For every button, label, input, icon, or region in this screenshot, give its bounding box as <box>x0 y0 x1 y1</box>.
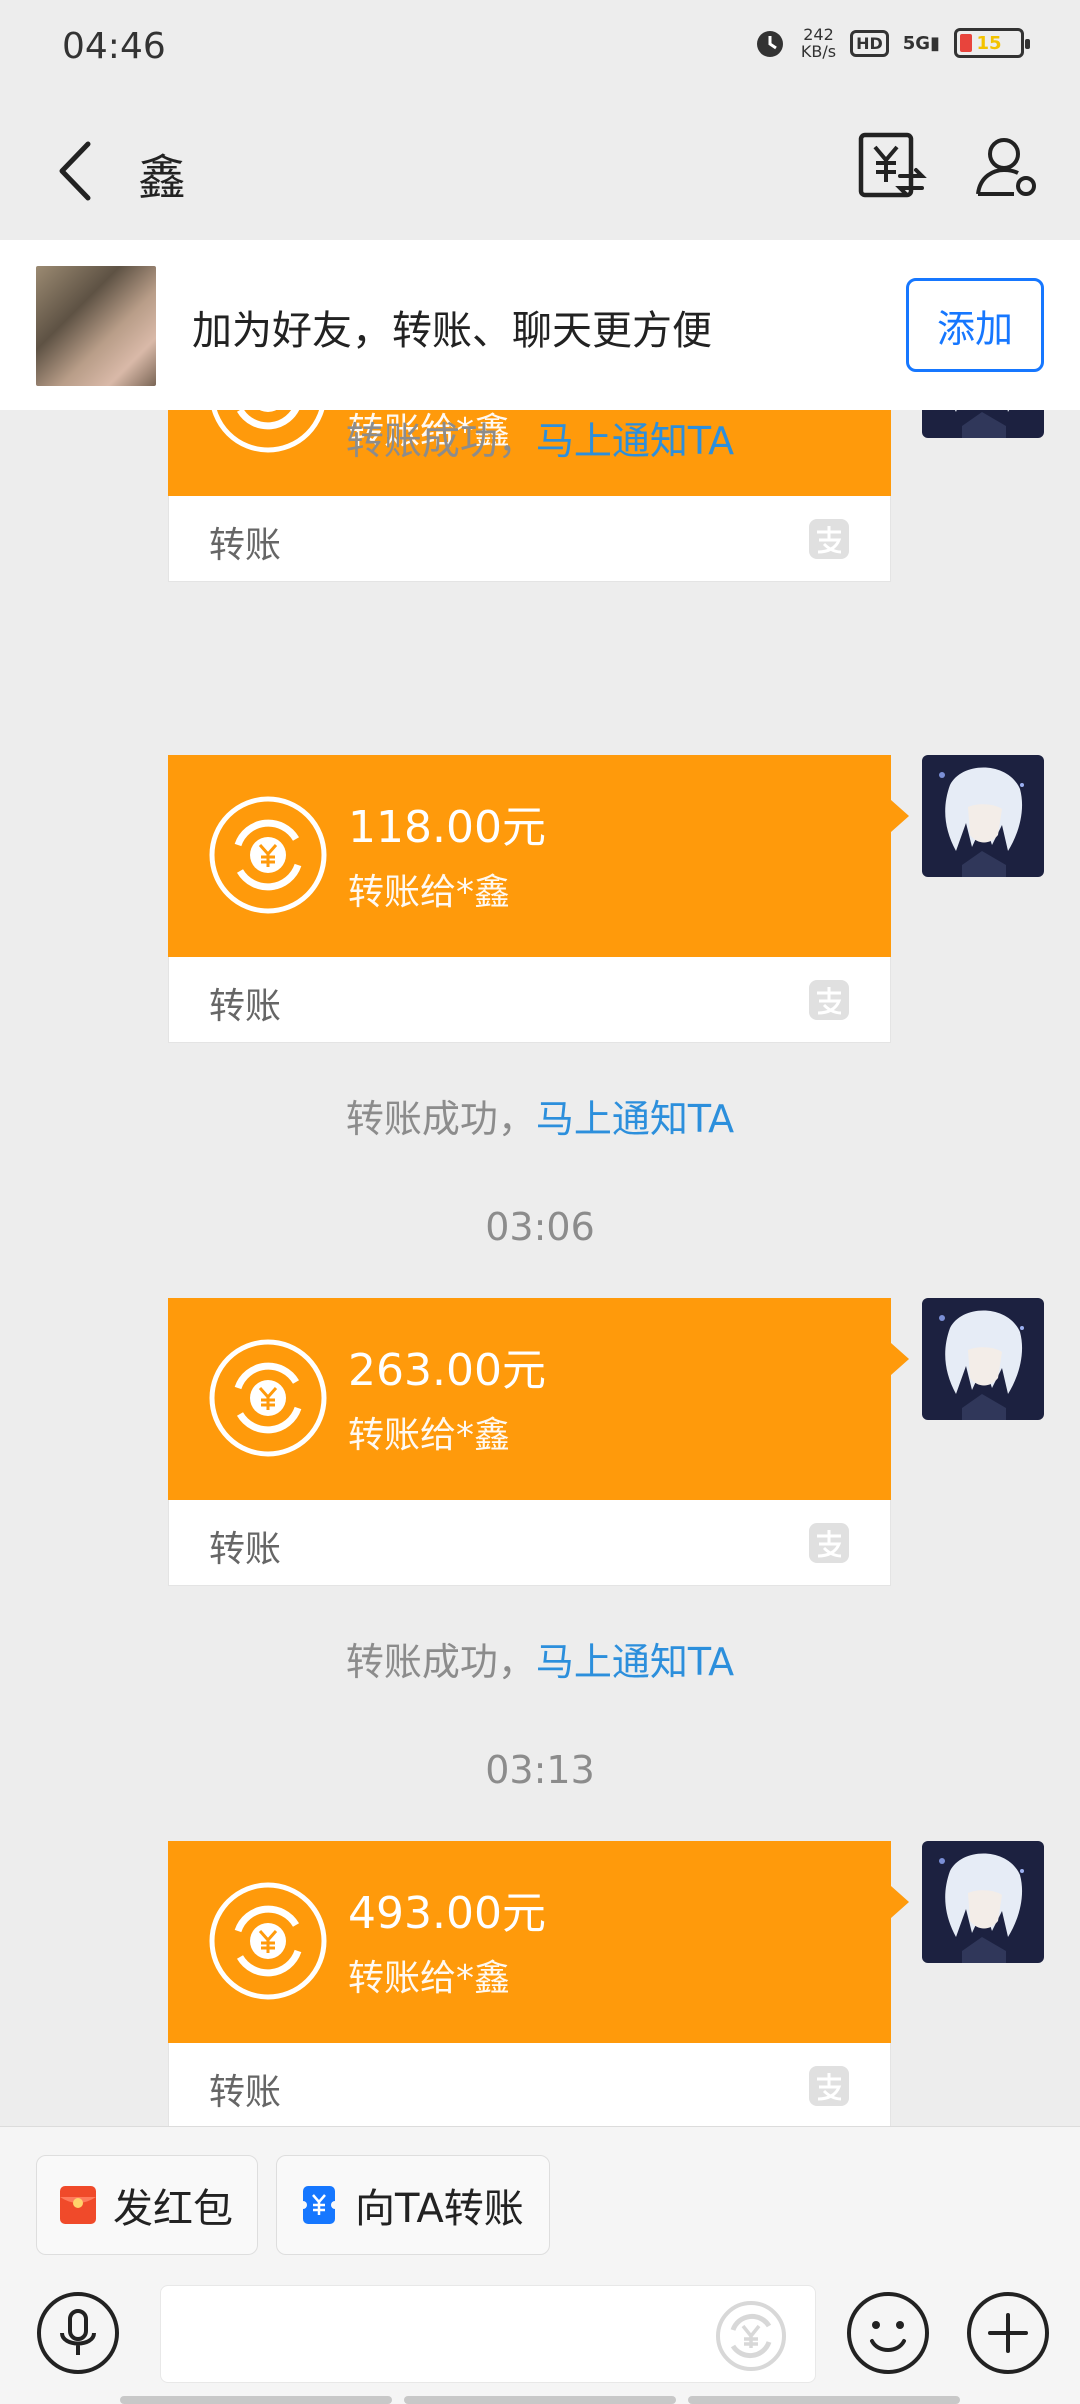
red-packet-label: 发红包 <box>113 2186 233 2232</box>
transfer-to-ta-button[interactable]: 向TA转账 <box>276 2155 550 2255</box>
alipay-icon <box>809 2066 849 2106</box>
alipay-icon <box>809 980 849 1020</box>
anime-avatar-image <box>922 1841 1044 1963</box>
transfer-label: 转账 <box>209 2072 282 2113</box>
transfer-label: 转账 <box>209 1529 282 1570</box>
transfer-card[interactable]: 118.00元 转账给*鑫 转账 <box>168 755 909 1043</box>
transfer-amount: 493.00元 <box>348 1888 546 1939</box>
add-friend-banner: 加为好友，转账、聊天更方便 添加 <box>0 240 1080 410</box>
notify-link[interactable]: 马上通知TA <box>536 1097 734 1141</box>
battery-icon: 15 <box>954 28 1030 58</box>
transfer-coin-icon <box>209 796 327 914</box>
more-options-plus-icon[interactable] <box>966 2291 1050 2375</box>
transfer-success-notice: 转账成功，马上通知TA <box>345 1640 735 1684</box>
transfer-recipient: 转账给*鑫 <box>348 872 511 913</box>
transfer-recipient: 转账给*鑫 <box>348 1415 511 1456</box>
alipay-icon <box>809 519 849 559</box>
chat-title: 鑫 <box>138 150 187 206</box>
anime-avatar-image <box>922 1298 1044 1420</box>
back-arrow-icon[interactable] <box>48 136 108 206</box>
red-packet-icon <box>60 2186 96 2224</box>
transfer-card-header: 263.00元 转账给*鑫 <box>168 1298 909 1500</box>
transfer-card-footer: 转账 <box>168 957 891 1043</box>
add-friend-prompt: 加为好友，转账、聊天更方便 <box>192 308 712 354</box>
transfer-card-footer: 转账 <box>168 496 891 582</box>
transfer-success-notice: 转账成功，马上通知TA <box>345 419 735 463</box>
transfer-recipient: 转账给*鑫 <box>348 1958 511 1999</box>
transfer-card-icon <box>299 2186 339 2224</box>
transfer-to-ta-label: 向TA转账 <box>355 2186 524 2232</box>
my-avatar[interactable] <box>922 1298 1044 1420</box>
notify-link[interactable]: 马上通知TA <box>536 419 734 463</box>
message-timestamp: 03:13 <box>485 1748 595 1792</box>
transfer-card[interactable]: 493.00元 转账给*鑫 转账 <box>168 1841 909 2126</box>
status-time: 04:46 <box>62 26 166 67</box>
transfer-label: 转账 <box>209 525 282 566</box>
my-avatar[interactable] <box>922 1841 1044 1963</box>
transfer-coin-icon <box>209 1339 327 1457</box>
my-avatar[interactable] <box>922 755 1044 877</box>
bottom-bar: 发红包 向TA转账 <box>0 2126 1080 2404</box>
transfer-card-header: 493.00元 转账给*鑫 <box>168 1841 909 2043</box>
friend-settings-icon[interactable] <box>974 134 1040 200</box>
transfer-card-header: 118.00元 转账给*鑫 <box>168 755 909 957</box>
transfer-success-notice: 转账成功，马上通知TA <box>345 1097 735 1141</box>
transfer-coin-icon <box>209 1882 327 2000</box>
transfer-amount: 263.00元 <box>348 1345 546 1396</box>
voice-input-icon[interactable] <box>36 2291 120 2375</box>
friend-avatar <box>36 266 156 386</box>
chat-area[interactable]: 转账给*鑫 转账 转账成功，马上通知TA 118.00元 转账给*鑫 转账 转账… <box>0 410 1080 2126</box>
hd-badge: HD <box>850 29 889 57</box>
transfer-yuan-icon[interactable] <box>856 130 928 204</box>
transfer-card-footer: 转账 <box>168 1500 891 1586</box>
add-friend-button[interactable]: 添加 <box>906 278 1044 372</box>
alarm-icon <box>756 31 783 57</box>
net-speed: 242 KB/s <box>800 25 837 61</box>
status-icons: 242 KB/s HD 5G▮ 15 <box>753 25 1030 61</box>
signal-icon: 5G▮ <box>902 32 940 54</box>
message-input[interactable] <box>160 2285 816 2383</box>
transfer-card[interactable]: 263.00元 转账给*鑫 转账 <box>168 1298 909 1586</box>
transfer-amount: 118.00元 <box>348 802 546 853</box>
alipay-icon <box>809 1523 849 1563</box>
emoji-icon[interactable] <box>846 2291 930 2375</box>
send-red-packet-button[interactable]: 发红包 <box>36 2155 258 2255</box>
transfer-card-footer: 转账 <box>168 2043 891 2126</box>
transfer-shortcut-icon[interactable] <box>715 2300 787 2372</box>
nav-bar: 鑫 <box>0 100 1080 240</box>
gesture-bar <box>120 2396 960 2404</box>
anime-avatar-image <box>922 755 1044 877</box>
notify-link[interactable]: 马上通知TA <box>536 1640 734 1684</box>
transfer-label: 转账 <box>209 986 282 1027</box>
status-bar: 04:46 242 KB/s HD 5G▮ 15 <box>0 0 1080 100</box>
message-timestamp: 03:06 <box>485 1205 595 1249</box>
